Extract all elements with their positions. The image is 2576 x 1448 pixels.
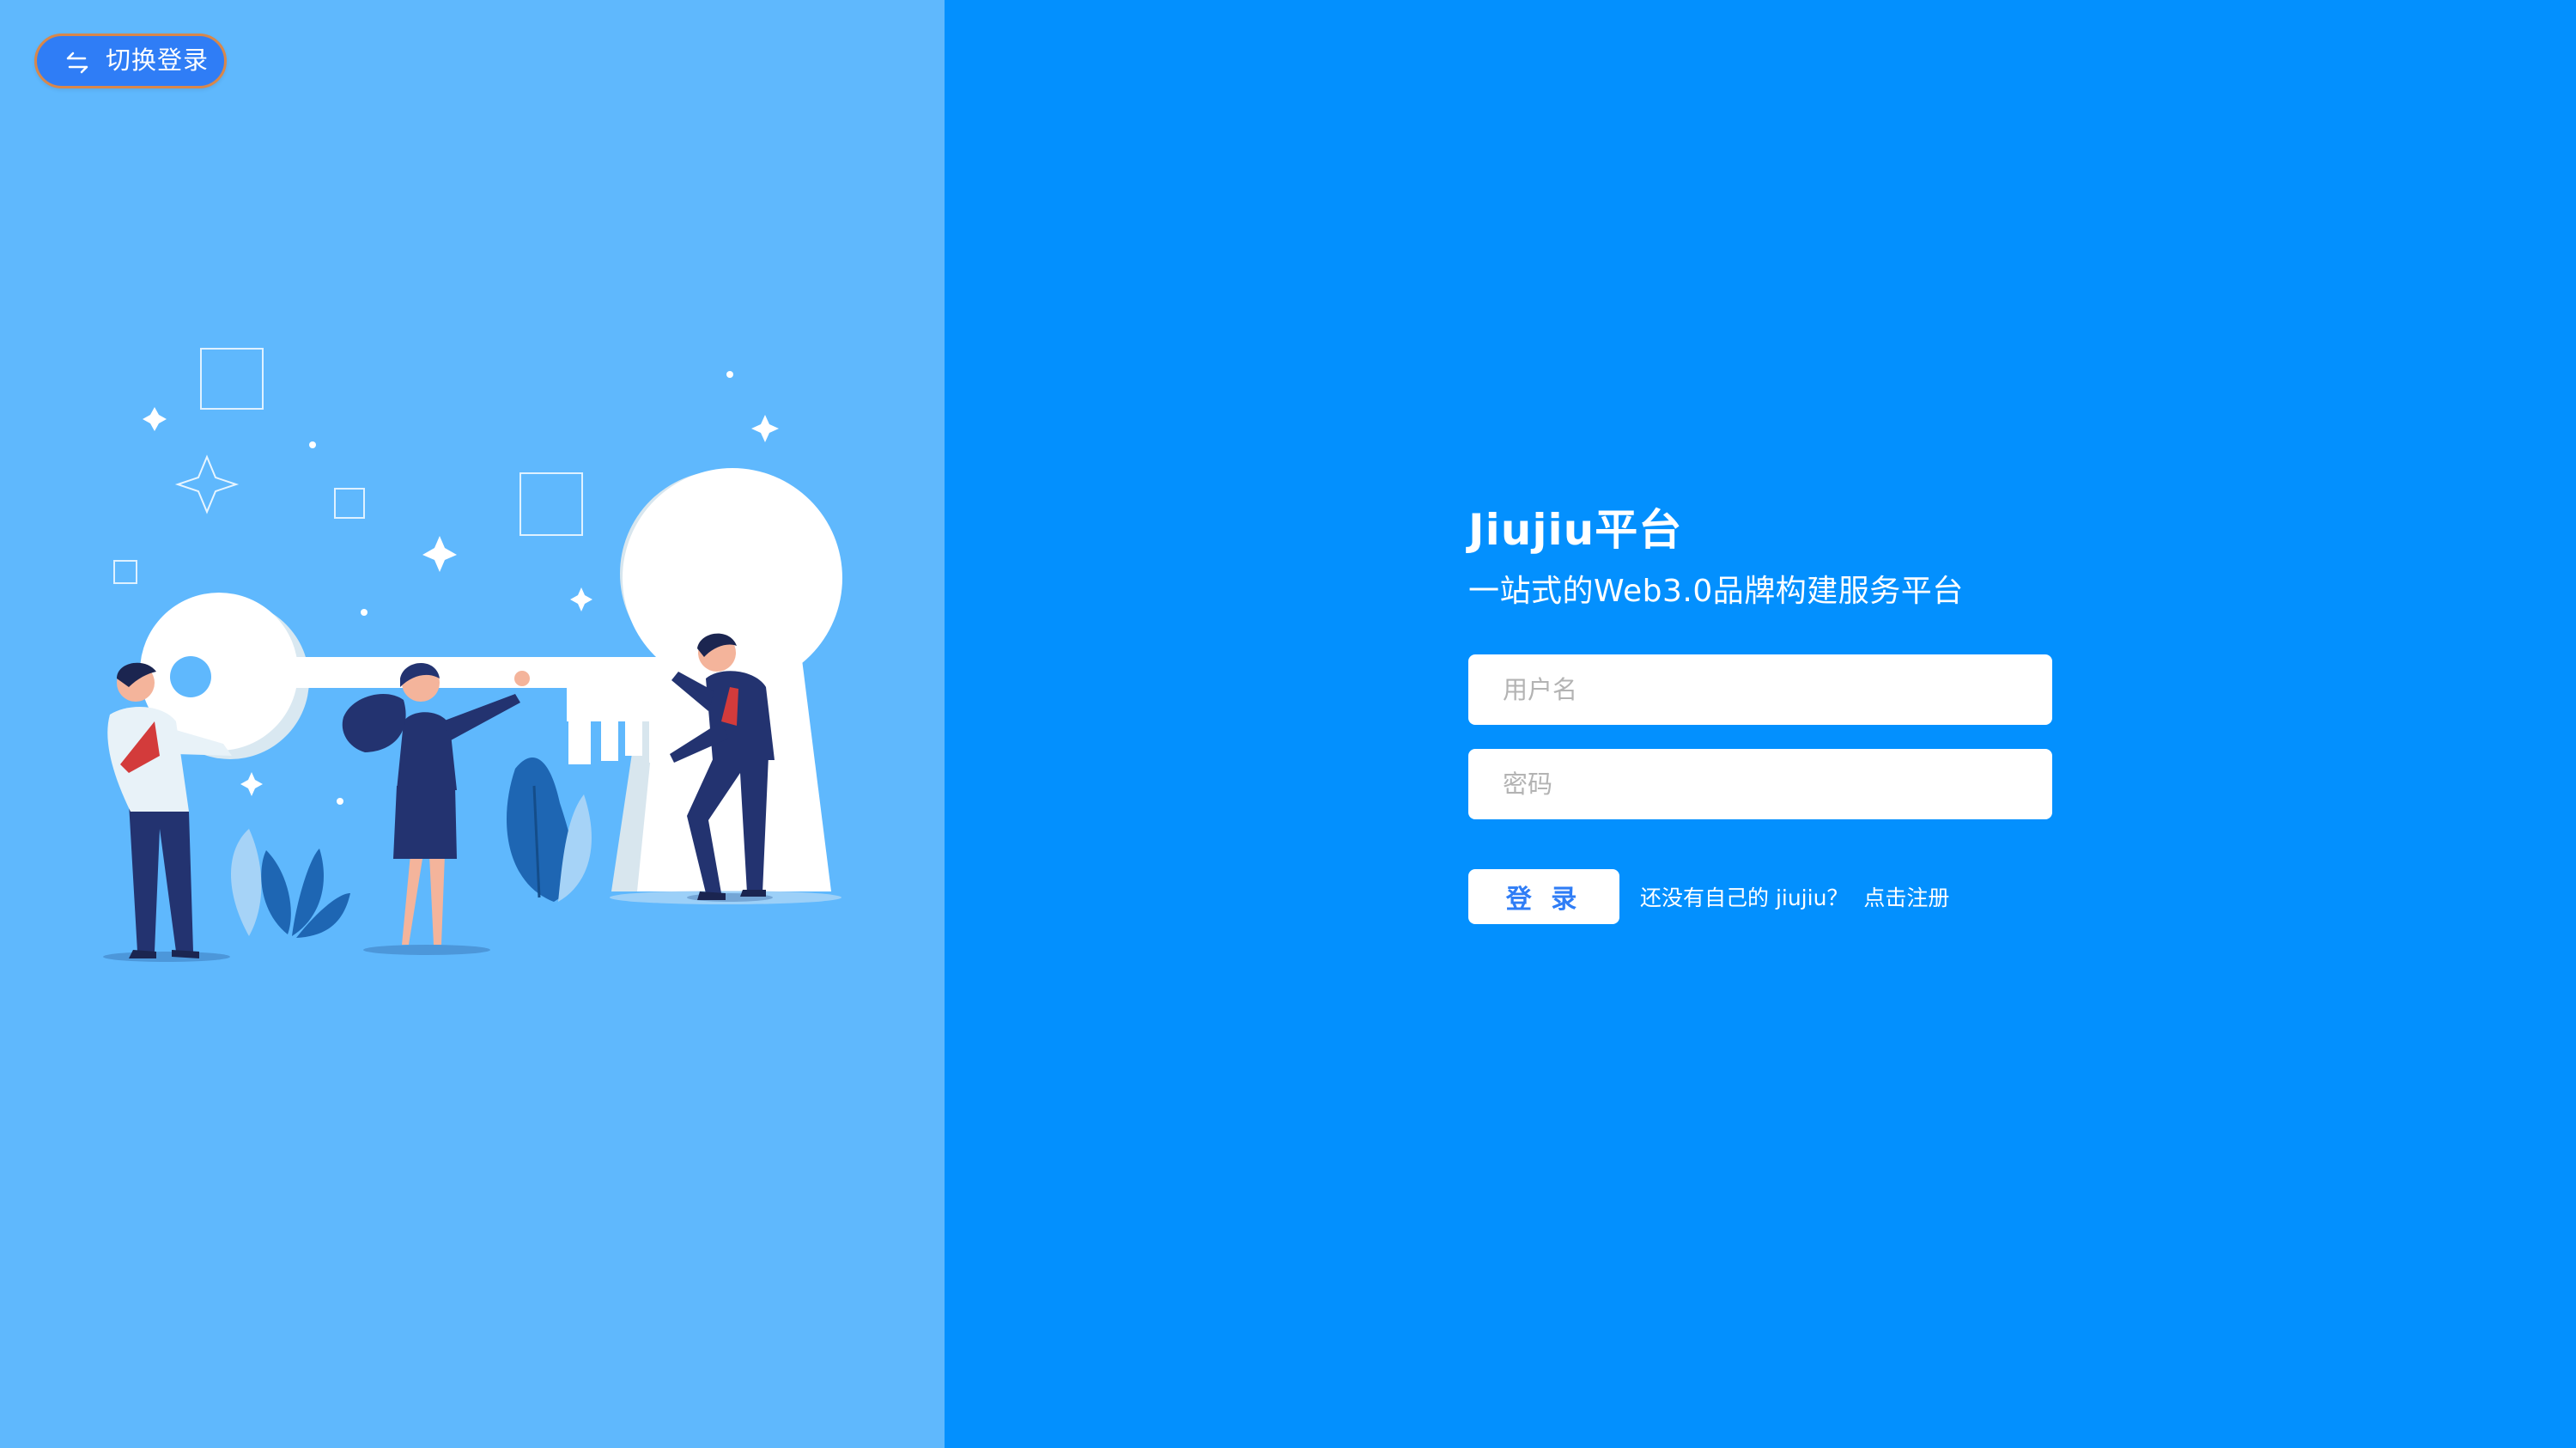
- brand-title: Jiujiu平台: [1468, 505, 1683, 555]
- login-button[interactable]: 登 录: [1468, 869, 1619, 925]
- switch-login-label: 切换登录: [106, 46, 210, 75]
- woman-holding-key: [342, 662, 530, 955]
- login-form-area: Jiujiu平台 一站式的Web3.0品牌构建服务平台 登 录 还没有自己的 j…: [1468, 505, 2052, 925]
- brand-subtitle: 一站式的Web3.0品牌构建服务平台: [1468, 574, 1964, 609]
- swap-arrows-icon: [63, 48, 92, 77]
- password-input[interactable]: [1468, 749, 2052, 820]
- illustration-panel: 切换登录: [0, 0, 945, 1448]
- register-hint: 还没有自己的 jiujiu？: [1640, 885, 1849, 911]
- square-outline-decor: [113, 348, 583, 584]
- outline-star-icon: [174, 454, 240, 514]
- key-team-illustration: [103, 348, 842, 962]
- switch-login-button[interactable]: 切换登录: [34, 33, 227, 88]
- username-input[interactable]: [1468, 654, 2052, 726]
- form-actions: 登 录 还没有自己的 jiujiu？ 点击注册: [1468, 869, 2052, 925]
- register-link[interactable]: 点击注册: [1863, 881, 1949, 912]
- login-page: 切换登录 Jiujiu平台 一站式的Web3.0品牌构建服务平台 登 录 还没有…: [0, 0, 2576, 1448]
